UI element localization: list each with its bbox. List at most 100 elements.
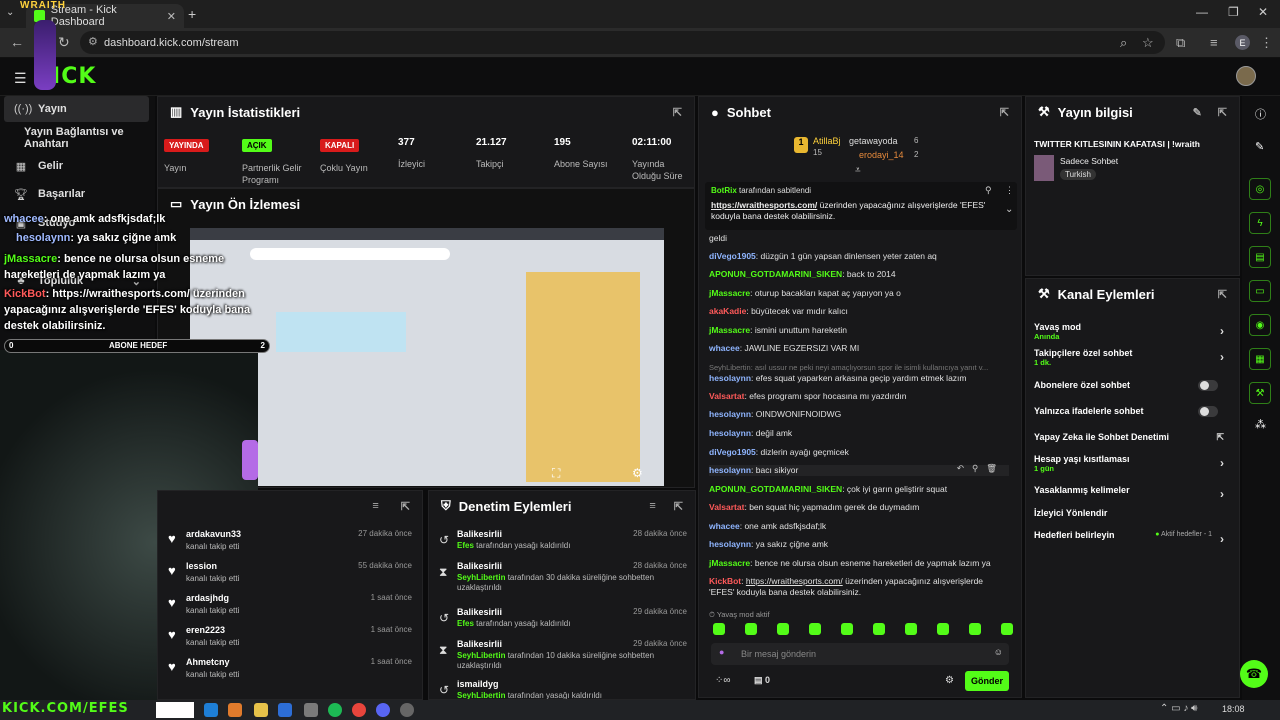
browser-menu-icon[interactable]: ⋮ [1260,35,1273,51]
moderated-user[interactable]: Balikesirlii [457,561,502,571]
obs-icon[interactable] [400,703,414,717]
follower-name[interactable]: lession [186,561,217,571]
pin-icon[interactable]: ⚲ [985,185,992,196]
moderated-user[interactable]: ismaildyg [457,679,499,689]
filter-icon[interactable]: ≡ [649,500,655,512]
popout-icon[interactable]: ⇱ [1218,288,1227,301]
follower-name[interactable]: Ahmetcny [186,657,230,667]
mic-icon[interactable]: ● [719,647,724,657]
popout-icon[interactable]: ⇱ [673,106,682,119]
tab-list-icon[interactable]: ⌄ [6,7,14,18]
setting-subscribers-only[interactable]: Abonelere özel sohbet [1034,380,1230,402]
setting-banned-words[interactable]: Yasaklanmış kelimeler › [1034,485,1230,507]
taskbar-search[interactable] [156,702,194,718]
edge-icon[interactable] [204,703,218,717]
info-icon[interactable]: ⓘ [1255,106,1266,122]
filter-icon[interactable]: ≡ [372,500,378,512]
app-icon[interactable] [228,703,242,717]
leader-name[interactable]: getawayoda [849,136,898,146]
emote-icon[interactable] [1001,623,1013,635]
setting-followers-only[interactable]: Takipçilere özel sohbet 1 dk. › [1034,348,1230,370]
emote-icon[interactable] [937,623,949,635]
send-button[interactable]: Gönder [965,671,1009,691]
fullscreen-icon[interactable]: ⛶ [552,466,560,481]
emote-icon[interactable] [873,623,885,635]
popout-icon[interactable]: ⇱ [674,500,683,513]
chevron-down-icon[interactable]: ⌄ [1005,204,1013,215]
camera-icon[interactable]: ◎ [1249,178,1271,200]
emoji-icon[interactable]: ☺ [994,647,1003,657]
app-icon[interactable] [304,703,318,717]
outlook-icon[interactable] [278,703,292,717]
sidebar-item-yayin[interactable]: ((·)) Yayın [4,96,149,122]
follower-name[interactable]: ardakavun33 [186,529,241,539]
edit-icon[interactable]: ✎ [1193,106,1202,119]
user-avatar[interactable] [1236,66,1256,86]
back-icon[interactable]: ← [10,34,24,50]
lightning-icon[interactable]: ϟ [1249,212,1271,234]
leader-name[interactable]: AtillaBj [813,136,841,146]
reload-icon[interactable]: ↻ [58,34,70,51]
chat-settings-icon[interactable]: ⚙ [945,675,954,686]
follower-name[interactable]: eren2223 [186,625,225,635]
community-icon[interactable]: ⁂ [1255,418,1266,431]
document-icon[interactable]: ▤ [1249,246,1271,268]
sidebar-item-stream-key[interactable]: Yayın Bağlantısı ve Anahtarı [4,125,149,151]
extensions-icon[interactable]: ⧉ [1176,35,1185,51]
toggle-switch[interactable] [1198,406,1218,417]
system-tray-icons[interactable]: ⌃ ▭ ♪ 🔊︎ [1160,703,1197,714]
zoom-icon[interactable]: ⌕ [1120,35,1127,51]
hamburger-menu-icon[interactable]: ☰ [14,70,27,87]
spotify-icon[interactable] [328,703,342,717]
site-info-icon[interactable]: ⚙ [88,35,98,48]
discord-icon[interactable] [376,703,390,717]
popout-icon[interactable]: ⇱ [1218,106,1227,119]
sidebar-item-basarilar[interactable]: 🏆︎ Başarılar [4,181,149,207]
wrench-icon[interactable]: ⚒ [1249,382,1271,404]
chat-tools-icon[interactable]: ⁘∞ [715,675,731,686]
broadcast-icon[interactable]: ◉ [1249,314,1271,336]
new-tab-icon[interactable]: + [188,6,196,22]
chat-message-hovered[interactable]: hesolaynn: bacı sikiyor ↶⚲🗑︎ [709,463,1009,476]
more-options-icon[interactable]: ⋮ [1005,185,1014,196]
popout-icon[interactable]: ⇱ [401,500,410,513]
emote-icon[interactable] [745,623,757,635]
pencil-icon[interactable]: ✎ [1255,140,1264,153]
points-display[interactable]: ▤ 0 [754,675,770,686]
maximize-icon[interactable]: ❐ [1228,5,1239,19]
chat-input[interactable]: ● Bir mesaj gönderin ☺ [711,643,1009,665]
emote-icon[interactable] [969,623,981,635]
toggle-switch[interactable] [1198,380,1218,391]
moderated-user[interactable]: Balikesirlii [457,607,502,617]
moderated-user[interactable]: Balikesirlii [457,639,502,649]
close-tab-icon[interactable]: ✕ [167,10,176,23]
setting-raid[interactable]: İzleyici Yönlendir [1034,508,1230,530]
setting-ai-moderation[interactable]: Yapay Zeka ile Sohbet Denetimi ⇱ [1034,432,1230,454]
message-actions[interactable]: ↶⚲🗑︎ [957,463,1005,474]
emote-icon[interactable] [905,623,917,635]
moderated-user[interactable]: Balikesirlii [457,529,502,539]
emote-icon[interactable] [841,623,853,635]
calendar-icon[interactable]: ▦ [1249,348,1271,370]
follower-name[interactable]: ardasjhdg [186,593,229,603]
setting-account-age[interactable]: Hesap yaşı kısıtlaması 1 gün › [1034,454,1230,476]
emote-icon[interactable] [713,623,725,635]
popout-icon[interactable]: ⇱ [1000,106,1009,119]
setting-goals[interactable]: Hedefleri belirleyin ● Aktif hedefler - … [1034,530,1230,552]
emote-icon[interactable] [809,623,821,635]
setting-emotes-only[interactable]: Yalnızca ifadelerle sohbet [1034,406,1230,428]
sidebar-item-gelir[interactable]: ▦ Gelir [4,153,149,179]
expand-leaderboard-icon[interactable]: ⩡ [855,165,861,176]
close-window-icon[interactable]: ✕ [1258,5,1268,19]
setting-slow-mode[interactable]: Yavaş mod Anında › [1034,322,1230,344]
chat-icon[interactable]: ▭ [1249,280,1271,302]
leader-name[interactable]: erodayi_14 [859,150,904,160]
media-icon[interactable]: ≡ [1210,35,1218,50]
category-name[interactable]: Sadece Sohbet [1060,156,1118,166]
folder-icon[interactable] [254,703,268,717]
bookmark-star-icon[interactable]: ☆ [1142,35,1154,51]
profile-avatar[interactable]: E [1235,35,1250,50]
url-field[interactable]: ⚙ dashboard.kick.com/stream [80,31,1165,54]
minimize-icon[interactable]: — [1196,5,1208,19]
emote-icon[interactable] [777,623,789,635]
